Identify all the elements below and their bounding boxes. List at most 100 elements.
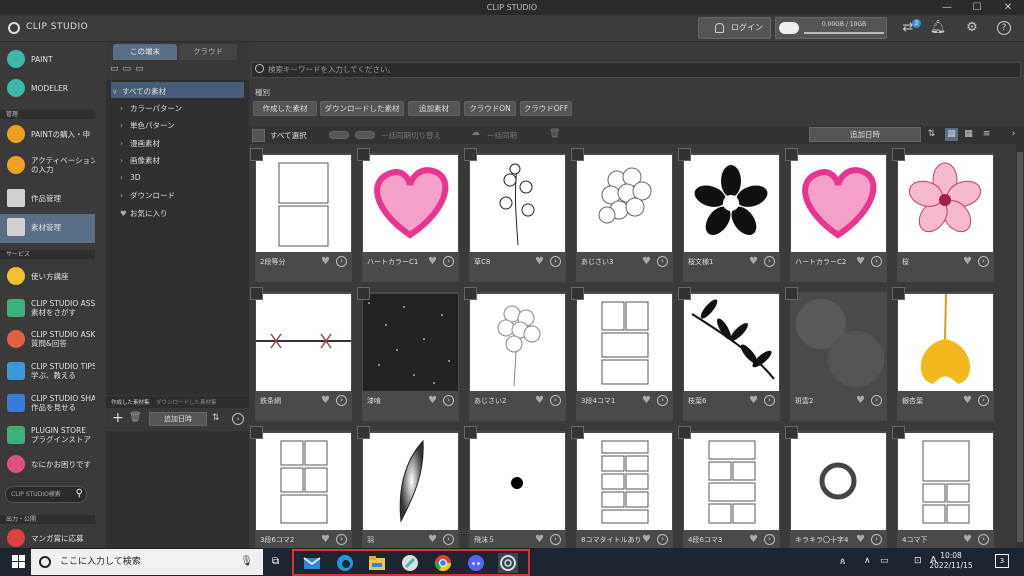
tree-item-favorites[interactable]: ♥ お気に入り: [120, 208, 168, 219]
chevron-right-icon[interactable]: ›: [871, 256, 882, 267]
favorite-heart-icon[interactable]: ♥: [963, 257, 972, 267]
chevron-right-icon[interactable]: ›: [764, 395, 775, 406]
copy-folder-icon[interactable]: ▭: [123, 64, 136, 74]
select-checkbox[interactable]: [678, 287, 691, 300]
sidebar-item-purchase[interactable]: PAINTの購入・申: [0, 121, 95, 148]
select-checkbox[interactable]: [357, 148, 370, 161]
edit-folder-icon[interactable]: ▭: [135, 64, 148, 74]
sidebar-item-assets[interactable]: CLIP STUDIO ASS 素材をさがす: [0, 295, 95, 322]
select-checkbox[interactable]: [464, 148, 477, 161]
chevron-right-icon[interactable]: ›: [443, 395, 454, 406]
material-thumbnail[interactable]: [256, 433, 351, 530]
tree-item-all[interactable]: ∨ すべての素材: [112, 86, 166, 97]
clip-studio-search-input[interactable]: CLIP STUDIO検索 ⚲: [5, 486, 87, 503]
sync-toggle-on[interactable]: [329, 131, 349, 139]
chevron-right-icon[interactable]: ›: [232, 413, 244, 425]
material-thumbnail[interactable]: [684, 433, 779, 530]
material-card[interactable]: ハートカラーC2 ♥ ›: [785, 148, 887, 282]
sidebar-item-modeler[interactable]: MODELER: [0, 75, 95, 102]
filter-cloud-off[interactable]: クラウドOFF: [520, 101, 572, 116]
material-thumbnail[interactable]: [363, 155, 458, 252]
tab-this-device[interactable]: この端末: [113, 44, 177, 60]
sidebar-item-activation[interactable]: アクティベーション の入力: [0, 152, 95, 179]
list-view-icon[interactable]: ≡: [980, 128, 993, 141]
sidebar-item-plugin-store[interactable]: PLUGIN STORE プラグインストア: [0, 422, 95, 449]
microphone-icon[interactable]: 🎙︎: [240, 556, 253, 568]
chevron-right-icon[interactable]: ›: [978, 534, 989, 545]
material-thumbnail[interactable]: [470, 294, 565, 391]
favorite-heart-icon[interactable]: ♥: [535, 257, 544, 267]
tab-cloud[interactable]: クラウド: [179, 44, 237, 60]
chrome-icon[interactable]: [433, 553, 453, 573]
filter-downloaded[interactable]: ダウンロードした素材: [320, 101, 404, 116]
select-checkbox[interactable]: [250, 426, 263, 439]
favorite-heart-icon[interactable]: ♥: [428, 396, 437, 406]
favorite-heart-icon[interactable]: ♥: [428, 535, 437, 545]
tree-item-3d[interactable]: › 3D: [120, 173, 141, 182]
material-card[interactable]: 3段6コマ2 ♥ ›: [250, 426, 352, 548]
material-card[interactable]: あじさい3 ♥ ›: [571, 148, 673, 282]
select-all-checkbox[interactable]: [252, 129, 265, 142]
material-card[interactable]: 草C8 ♥ ›: [464, 148, 566, 282]
sidebar-item-materials[interactable]: 素材管理: [0, 214, 95, 243]
filter-cloud-on[interactable]: クラウドON: [464, 101, 516, 116]
large-grid-view-icon[interactable]: ▦: [945, 128, 958, 141]
chevron-right-icon[interactable]: ›: [978, 395, 989, 406]
favorite-heart-icon[interactable]: ♥: [749, 535, 758, 545]
select-checkbox[interactable]: [785, 287, 798, 300]
trash-icon[interactable]: 🗑︎: [129, 412, 142, 423]
favorite-heart-icon[interactable]: ♥: [321, 396, 330, 406]
material-thumbnail[interactable]: [684, 155, 779, 252]
material-card[interactable]: あじさい2 ♥ ›: [464, 287, 566, 421]
chevron-right-icon[interactable]: ›: [550, 534, 561, 545]
maximize-button[interactable]: ☐: [962, 0, 992, 15]
chevron-right-icon[interactable]: ›: [657, 395, 668, 406]
tab-downloaded-collections[interactable]: ダウンロードした素材集: [156, 398, 217, 406]
chevron-right-icon[interactable]: ›: [336, 534, 347, 545]
select-checkbox[interactable]: [357, 287, 370, 300]
material-card[interactable]: ハートカラーC1 ♥ ›: [357, 148, 459, 282]
select-checkbox[interactable]: [571, 148, 584, 161]
filter-created[interactable]: 作成した素材: [253, 101, 317, 116]
material-thumbnail[interactable]: [470, 155, 565, 252]
material-card[interactable]: 桜 ♥ ›: [892, 148, 994, 282]
chevron-up-icon[interactable]: ∧: [864, 556, 871, 566]
sort-select[interactable]: 追加日時: [809, 127, 921, 142]
material-card[interactable]: 飛沫５ ♥ ›: [464, 426, 566, 548]
bell-icon[interactable]: 🔔︎: [929, 19, 947, 37]
material-card[interactable]: キラキラ〇十字4 ♥ ›: [785, 426, 887, 548]
material-thumbnail[interactable]: [791, 294, 886, 391]
select-checkbox[interactable]: [892, 148, 905, 161]
select-checkbox[interactable]: [464, 287, 477, 300]
select-checkbox[interactable]: [571, 426, 584, 439]
favorite-heart-icon[interactable]: ♥: [642, 535, 651, 545]
select-checkbox[interactable]: [678, 148, 691, 161]
material-thumbnail[interactable]: [256, 155, 351, 252]
taskbar-clock[interactable]: 10:08 2022/11/15: [928, 551, 974, 571]
sync-toggle-off[interactable]: [355, 131, 375, 139]
material-card[interactable]: 2段等分 ♥ ›: [250, 148, 352, 282]
select-checkbox[interactable]: [250, 148, 263, 161]
sidebar-item-artwork[interactable]: 作品管理: [0, 185, 95, 212]
favorite-heart-icon[interactable]: ♥: [535, 396, 544, 406]
material-thumbnail[interactable]: [898, 433, 993, 530]
cloud-storage-indicator[interactable]: 0.00GB / 10GB: [775, 17, 887, 39]
chevron-right-icon[interactable]: ›: [657, 256, 668, 267]
collection-sort-select[interactable]: 追加日時: [149, 412, 207, 426]
network-icon[interactable]: ⊡: [914, 556, 922, 566]
add-icon[interactable]: +: [112, 410, 124, 426]
select-all-label[interactable]: すべて選択: [270, 130, 307, 141]
favorite-heart-icon[interactable]: ♥: [856, 257, 865, 267]
windows-start-icon[interactable]: [12, 555, 26, 569]
material-card[interactable]: 3段4コマ1 ♥ ›: [571, 287, 673, 421]
material-card[interactable]: 4段6コマ3 ♥ ›: [678, 426, 780, 548]
favorite-heart-icon[interactable]: ♥: [963, 396, 972, 406]
favorite-heart-icon[interactable]: ♥: [749, 396, 758, 406]
grid-scrollbar[interactable]: [1016, 142, 1024, 548]
chevron-right-icon[interactable]: ›: [764, 534, 775, 545]
material-thumbnail[interactable]: [898, 294, 993, 391]
material-thumbnail[interactable]: [256, 294, 351, 391]
chevron-right-icon[interactable]: ›: [1007, 128, 1020, 141]
clip-studio-icon[interactable]: [498, 553, 518, 573]
favorite-heart-icon[interactable]: ♥: [642, 396, 651, 406]
